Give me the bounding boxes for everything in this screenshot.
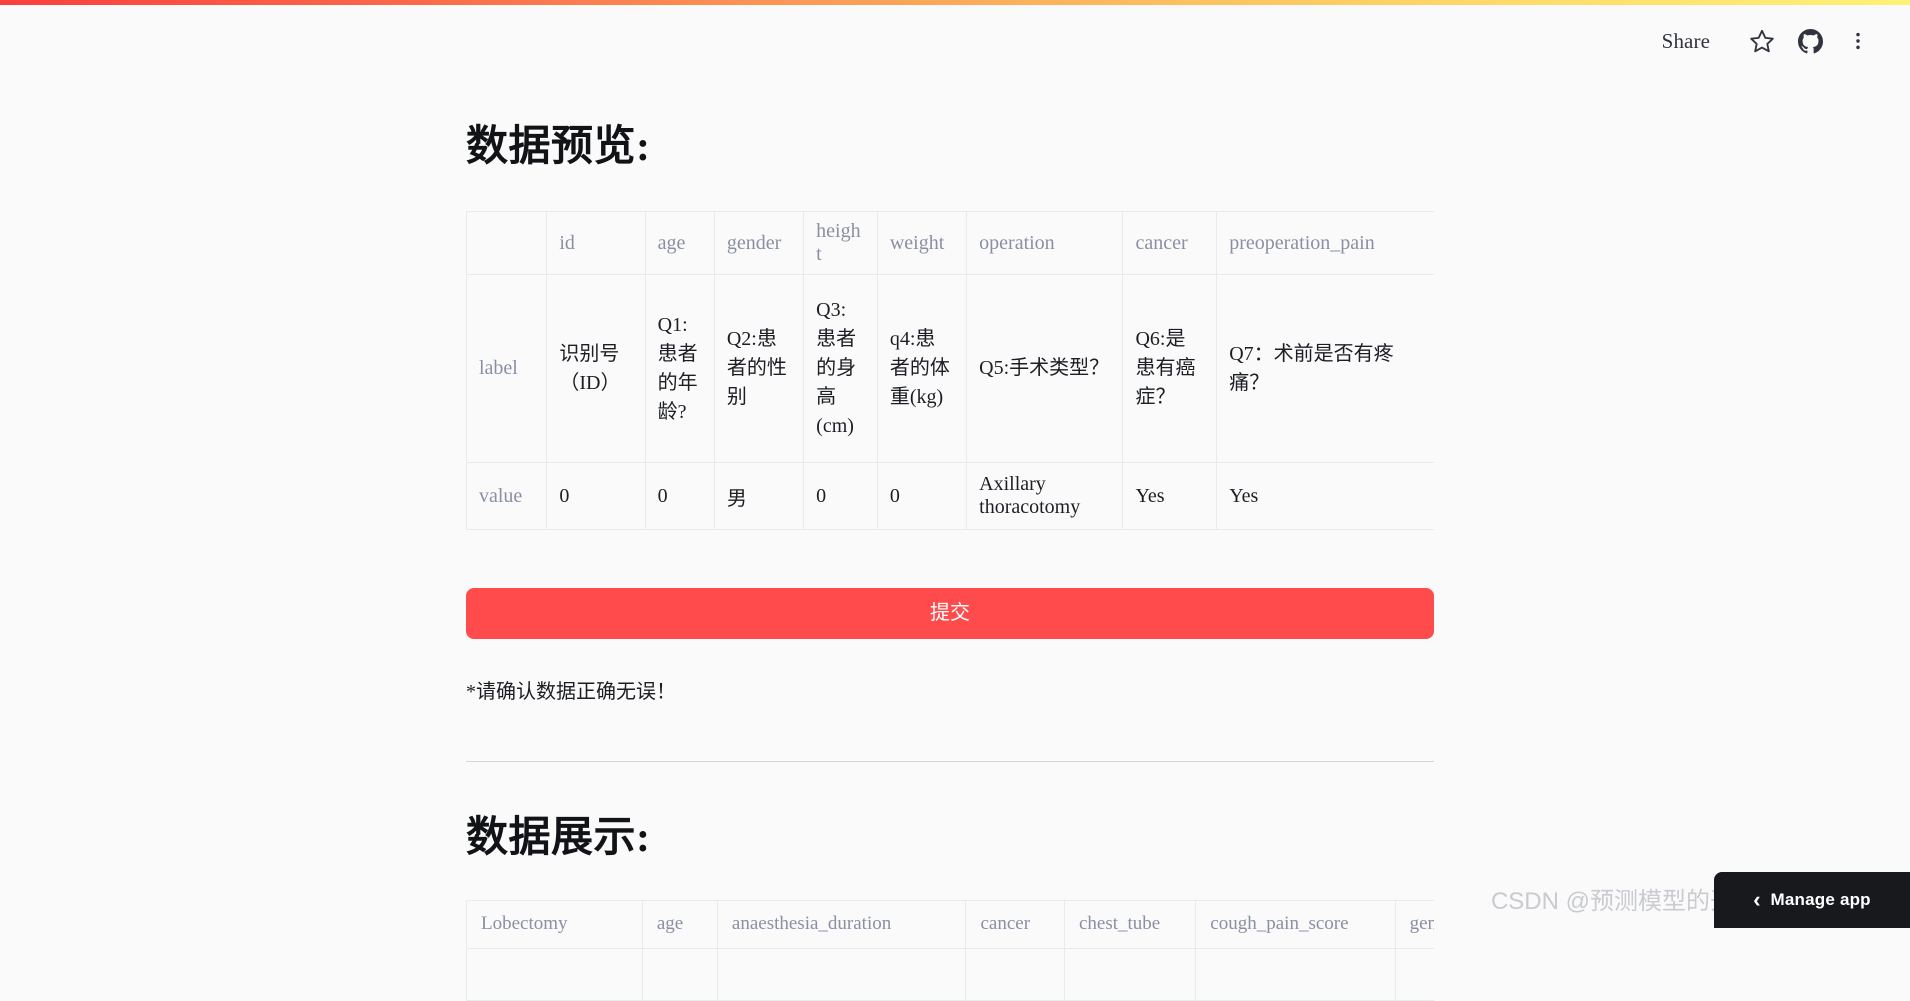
star-icon[interactable]: [1738, 17, 1786, 65]
submit-wrap: 提交: [466, 588, 1434, 639]
cell-value-cancer: Yes: [1123, 463, 1217, 530]
col-id: id: [547, 212, 645, 275]
cell-label-preoperation-pain: Q7：术前是否有疼痛？: [1217, 275, 1434, 463]
col-preoperation-pain: preoperation_pain: [1217, 212, 1434, 275]
page-title-display: 数据展示:: [466, 814, 1434, 862]
cell-value-operation: Axillary thoracotomy: [967, 463, 1123, 530]
col-chest-tube: chest_tube: [1064, 900, 1195, 948]
page-title-preview: 数据预览:: [466, 123, 1434, 171]
cell-value-gender: 男: [714, 463, 803, 530]
col-age: age: [642, 900, 717, 948]
preview-table: id age gender height weight operation ca…: [466, 211, 1434, 530]
preview-title-wrap: 数据预览:: [466, 5, 1434, 171]
table-row: [467, 948, 1435, 1000]
cell-label-height: Q3:患者的身高 (cm): [804, 275, 878, 463]
cell-label-id: 识别号（ID）: [547, 275, 645, 463]
row-header-value: value: [467, 463, 547, 530]
share-button[interactable]: Share: [1648, 23, 1724, 60]
preview-table-clip: id age gender height weight operation ca…: [466, 171, 1434, 530]
col-lobectomy: Lobectomy: [467, 900, 643, 948]
col-cancer: cancer: [1123, 212, 1217, 275]
cell-cancer: [966, 948, 1064, 1000]
col-age: age: [645, 212, 714, 275]
main-content: 数据预览: id age gender height weight operat…: [466, 5, 1434, 1001]
top-toolbar: Share: [1490, 5, 1910, 77]
cell-gender: [1395, 948, 1434, 1000]
col-anaesthesia-duration: anaesthesia_duration: [717, 900, 966, 948]
col-gender: gender: [714, 212, 803, 275]
table-row: label 识别号（ID） Q1:患者的年龄? Q2:患者的性别 Q3:患者的身…: [467, 275, 1435, 463]
cell-value-height: 0: [804, 463, 878, 530]
display-header-row: Lobectomy age anaesthesia_duration cance…: [467, 900, 1435, 948]
cell-lobectomy: [467, 948, 643, 1000]
col-blank: [467, 212, 547, 275]
row-header-label: label: [467, 275, 547, 463]
col-cough-pain-score: cough_pain_score: [1196, 900, 1395, 948]
table-row: value 0 0 男 0 0 Axillary thoracotomy Yes…: [467, 463, 1435, 530]
submit-button[interactable]: 提交: [466, 588, 1434, 639]
col-gender: gender: [1395, 900, 1434, 948]
chevron-left-icon: ‹: [1753, 889, 1760, 911]
col-height: height: [804, 212, 878, 275]
col-weight: weight: [877, 212, 966, 275]
preview-header-row: id age gender height weight operation ca…: [467, 212, 1435, 275]
more-vertical-icon[interactable]: [1834, 17, 1882, 65]
col-cancer: cancer: [966, 900, 1064, 948]
display-table-clip: Lobectomy age anaesthesia_duration cance…: [466, 863, 1434, 1001]
cell-label-weight: q4:患者的体重(kg): [877, 275, 966, 463]
cell-anaesthesia-duration: [717, 948, 966, 1000]
col-operation: operation: [967, 212, 1123, 275]
cell-value-age: 0: [645, 463, 714, 530]
cell-cough-pain-score: [1196, 948, 1395, 1000]
cell-value-id: 0: [547, 463, 645, 530]
cell-label-gender: Q2:患者的性别: [714, 275, 803, 463]
cell-label-age: Q1:患者的年龄?: [645, 275, 714, 463]
github-icon[interactable]: [1786, 17, 1834, 65]
cell-label-cancer: Q6:是患有癌症？: [1123, 275, 1217, 463]
confirm-note: *请确认数据正确无误！: [466, 675, 1434, 704]
cell-value-weight: 0: [877, 463, 966, 530]
display-title-wrap: 数据展示:: [466, 762, 1434, 862]
cell-value-preoperation-pain: Yes: [1217, 463, 1434, 530]
cell-chest-tube: [1064, 948, 1195, 1000]
top-gradient-bar: [0, 0, 1910, 5]
cell-age: [642, 948, 717, 1000]
manage-app-label: Manage app: [1771, 890, 1871, 910]
manage-app-button[interactable]: ‹ Manage app: [1714, 872, 1910, 928]
display-table: Lobectomy age anaesthesia_duration cance…: [466, 900, 1434, 1001]
cell-label-operation: Q5:手术类型？: [967, 275, 1123, 463]
